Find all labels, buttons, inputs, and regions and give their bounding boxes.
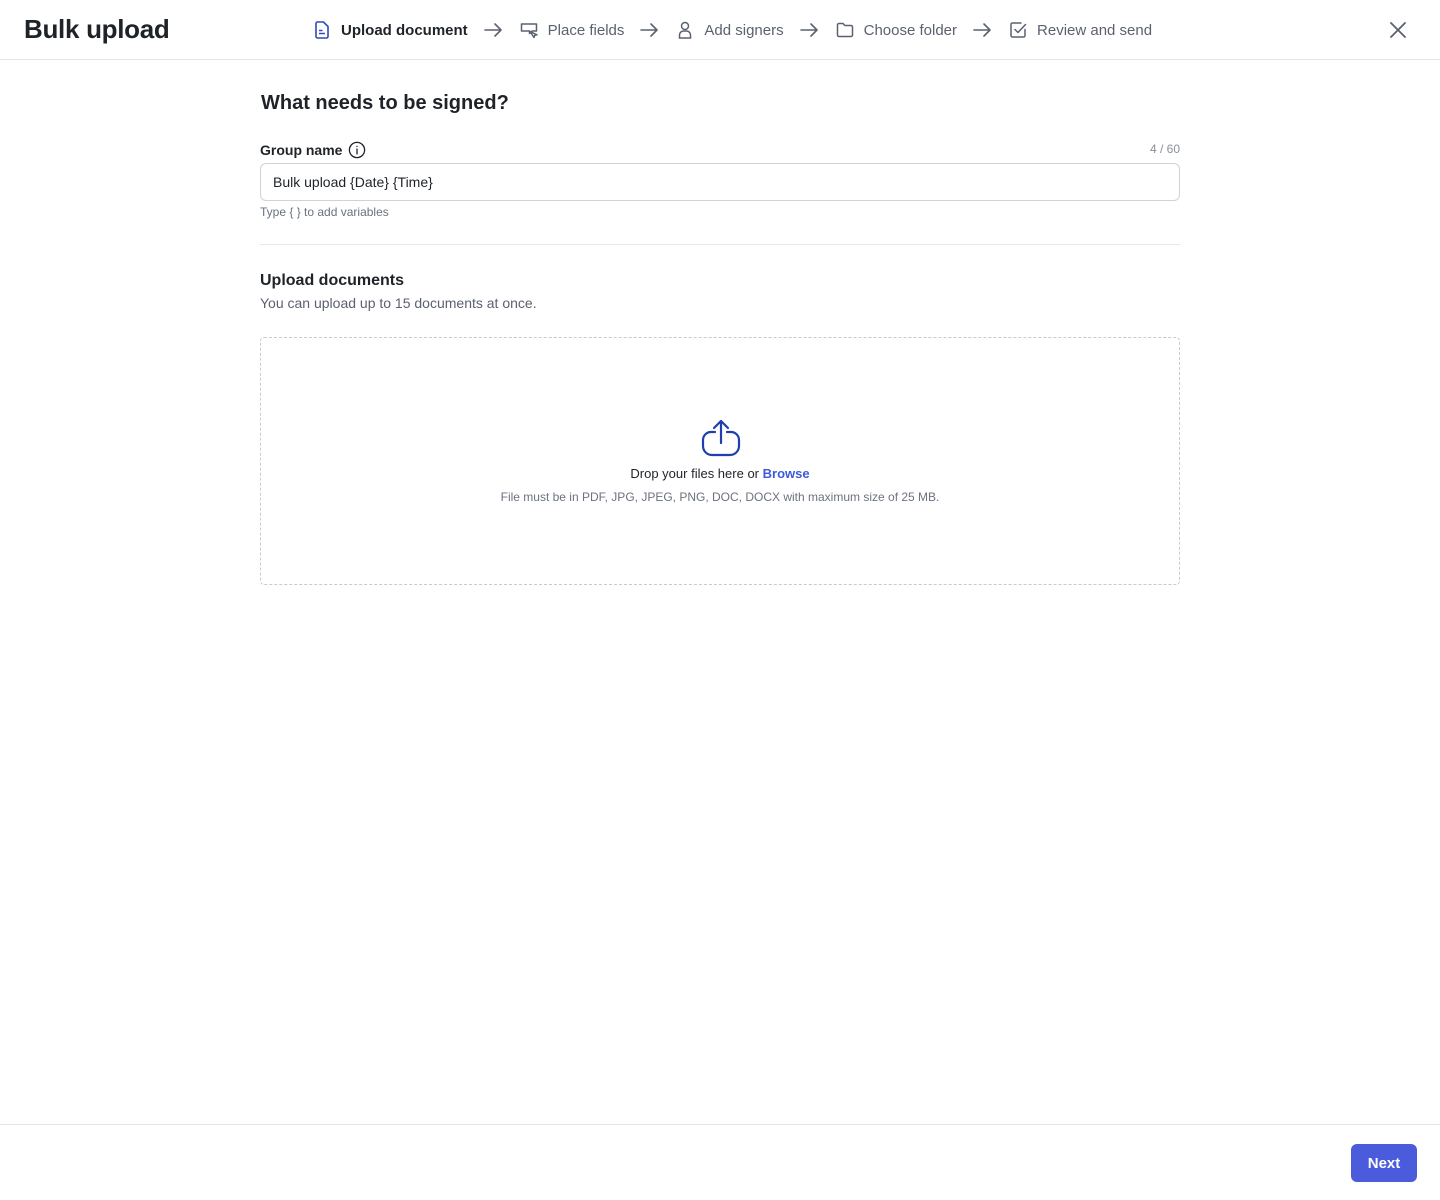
file-dropzone[interactable]: Drop your files here or Browse File must… [260, 337, 1180, 585]
browse-link[interactable]: Browse [763, 466, 810, 481]
group-name-label-row: Group name 4 / 60 [260, 140, 1180, 160]
document-icon [312, 20, 332, 40]
app-title: Bulk upload [24, 14, 170, 44]
arrow-right-icon [971, 20, 993, 40]
arrow-right-icon [638, 20, 660, 40]
step-choose-folder[interactable]: Choose folder [835, 20, 957, 40]
check-square-icon [1008, 20, 1028, 40]
group-name-label: Group name [260, 142, 343, 158]
step-upload-document[interactable]: Upload document [312, 20, 468, 40]
group-name-hint: Type { } to add variables [260, 205, 389, 219]
divider [260, 244, 1180, 245]
header-bar: Bulk upload Upload document Place fields… [0, 0, 1440, 60]
group-name-input[interactable] [260, 163, 1180, 201]
page-title: What needs to be signed? [261, 92, 509, 114]
step-label: Choose folder [863, 21, 958, 39]
upload-icon [701, 418, 741, 458]
close-button[interactable] [1386, 18, 1410, 42]
info-icon[interactable] [348, 141, 366, 159]
character-counter: 4 / 60 [1149, 142, 1180, 156]
step-label: Review and send [1037, 21, 1153, 39]
stepper: Upload document Place fields Add signers… [312, 18, 1152, 42]
upload-section-subtitle: You can upload up to 15 documents at onc… [260, 295, 537, 311]
next-button[interactable]: Next [1351, 1144, 1417, 1182]
arrow-right-icon [482, 20, 504, 40]
drop-instructions: Drop your files here or Browse [261, 466, 1179, 481]
step-place-fields[interactable]: Place fields [519, 20, 625, 40]
step-label: Place fields [547, 21, 625, 39]
upload-section-title: Upload documents [260, 272, 405, 289]
step-review-and-send[interactable]: Review and send [1008, 20, 1152, 40]
step-label: Add signers [704, 21, 784, 39]
footer-bar: Next [0, 1124, 1440, 1200]
drop-text: Drop your files here or [630, 466, 760, 481]
step-add-signers[interactable]: Add signers [675, 20, 784, 40]
step-label: Upload document [341, 21, 468, 39]
user-icon [675, 20, 695, 40]
folder-icon [835, 20, 855, 40]
field-icon [519, 20, 539, 40]
file-requirements: File must be in PDF, JPG, JPEG, PNG, DOC… [500, 490, 940, 504]
close-icon [1390, 22, 1406, 38]
arrow-right-icon [798, 20, 820, 40]
